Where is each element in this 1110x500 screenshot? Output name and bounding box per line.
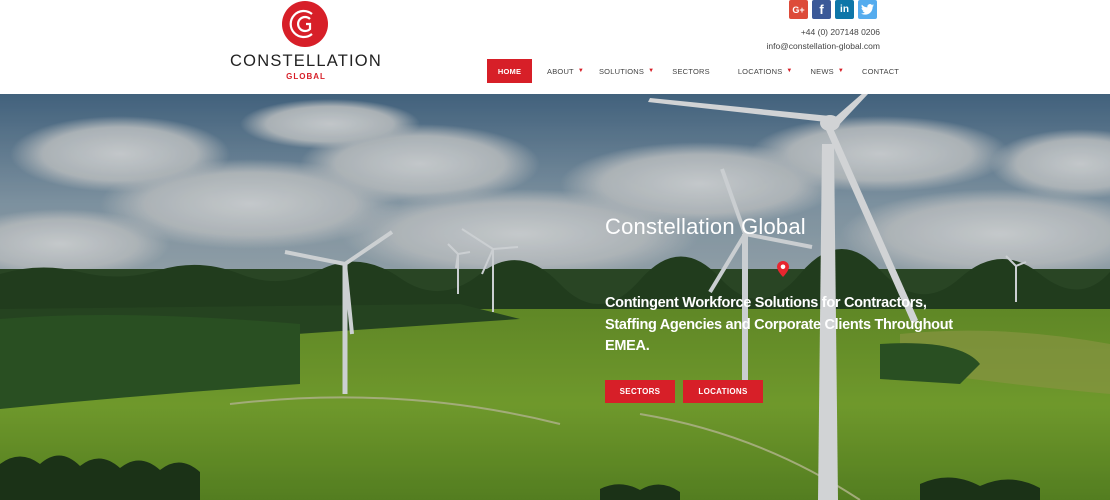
site-header: CONSTELLATION GLOBAL G+ f in +44 (0) 207… <box>0 0 1110 94</box>
nav-about-label: ABOUT <box>547 66 574 76</box>
facebook-icon[interactable]: f <box>812 0 831 19</box>
chevron-down-icon: ▼ <box>837 68 844 74</box>
site-logo[interactable]: CONSTELLATION GLOBAL <box>230 0 385 90</box>
logo-mark-icon <box>282 1 328 47</box>
nav-sectors[interactable]: SECTORS <box>672 59 710 83</box>
nav-home[interactable]: HOME <box>487 59 532 83</box>
nav-locations[interactable]: LOCATIONS ▼ <box>738 59 793 83</box>
chevron-down-icon: ▼ <box>577 68 584 74</box>
google-plus-icon[interactable]: G+ <box>789 0 808 19</box>
nav-locations-label: LOCATIONS <box>737 66 783 76</box>
email-address[interactable]: info@constellation-global.com <box>766 41 880 51</box>
locations-button[interactable]: LOCATIONS <box>683 380 763 403</box>
social-links: G+ f in <box>789 0 877 20</box>
phone-number[interactable]: +44 (0) 207148 0206 <box>801 27 880 37</box>
nav-contact[interactable]: CONTACT <box>862 59 899 83</box>
sectors-button[interactable]: SECTORS <box>605 380 675 403</box>
chevron-down-icon: ▼ <box>648 68 655 74</box>
nav-news[interactable]: NEWS ▼ <box>811 59 844 83</box>
chevron-down-icon: ▼ <box>786 68 793 74</box>
location-pin-icon <box>777 261 789 277</box>
linkedin-icon[interactable]: in <box>835 0 854 19</box>
twitter-icon[interactable] <box>858 0 877 19</box>
logo-name: CONSTELLATION <box>230 52 382 70</box>
main-nav: HOME ABOUT ▼ SOLUTIONS ▼ SECTORS LOCATIO… <box>487 59 899 83</box>
nav-solutions[interactable]: SOLUTIONS ▼ <box>599 59 654 83</box>
nav-about[interactable]: ABOUT ▼ <box>547 59 584 83</box>
hero-description: Contingent Workforce Solutions for Contr… <box>605 295 953 354</box>
nav-solutions-label: SOLUTIONS <box>598 66 645 76</box>
hero-banner: Constellation Global Contingent Workforc… <box>0 94 1110 500</box>
logo-subtitle: GLOBAL <box>286 72 326 81</box>
hero-title: Constellation Global <box>605 214 806 239</box>
nav-news-label: NEWS <box>810 66 834 76</box>
